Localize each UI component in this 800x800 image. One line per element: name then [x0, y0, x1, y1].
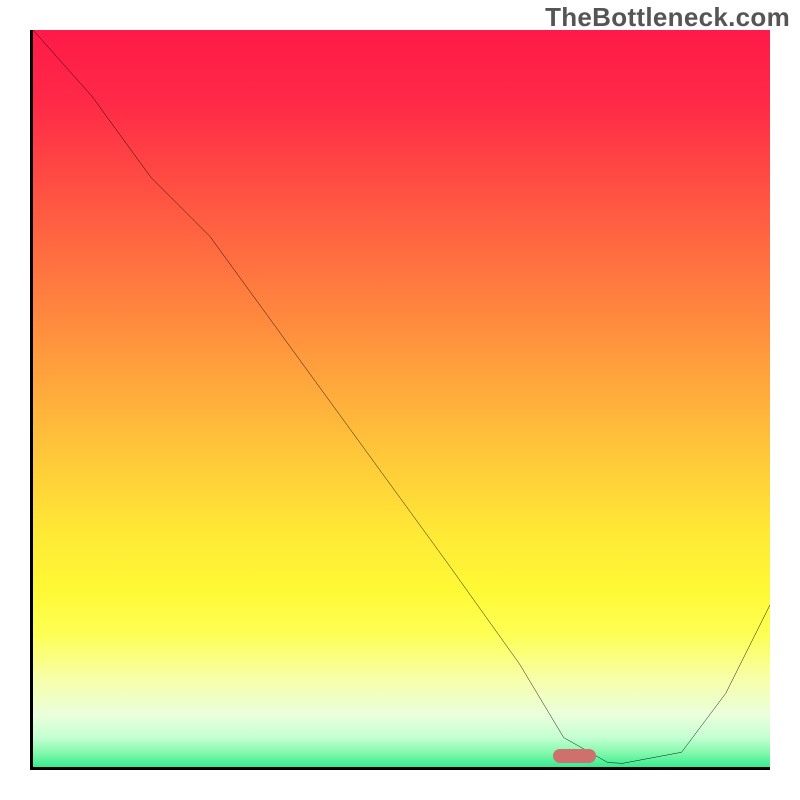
curve-path [33, 30, 770, 763]
bottleneck-curve [33, 30, 770, 767]
optimal-marker [553, 749, 596, 763]
watermark-text: TheBottleneck.com [545, 2, 790, 33]
chart-stage: TheBottleneck.com [0, 0, 800, 800]
plot-area [30, 30, 770, 770]
